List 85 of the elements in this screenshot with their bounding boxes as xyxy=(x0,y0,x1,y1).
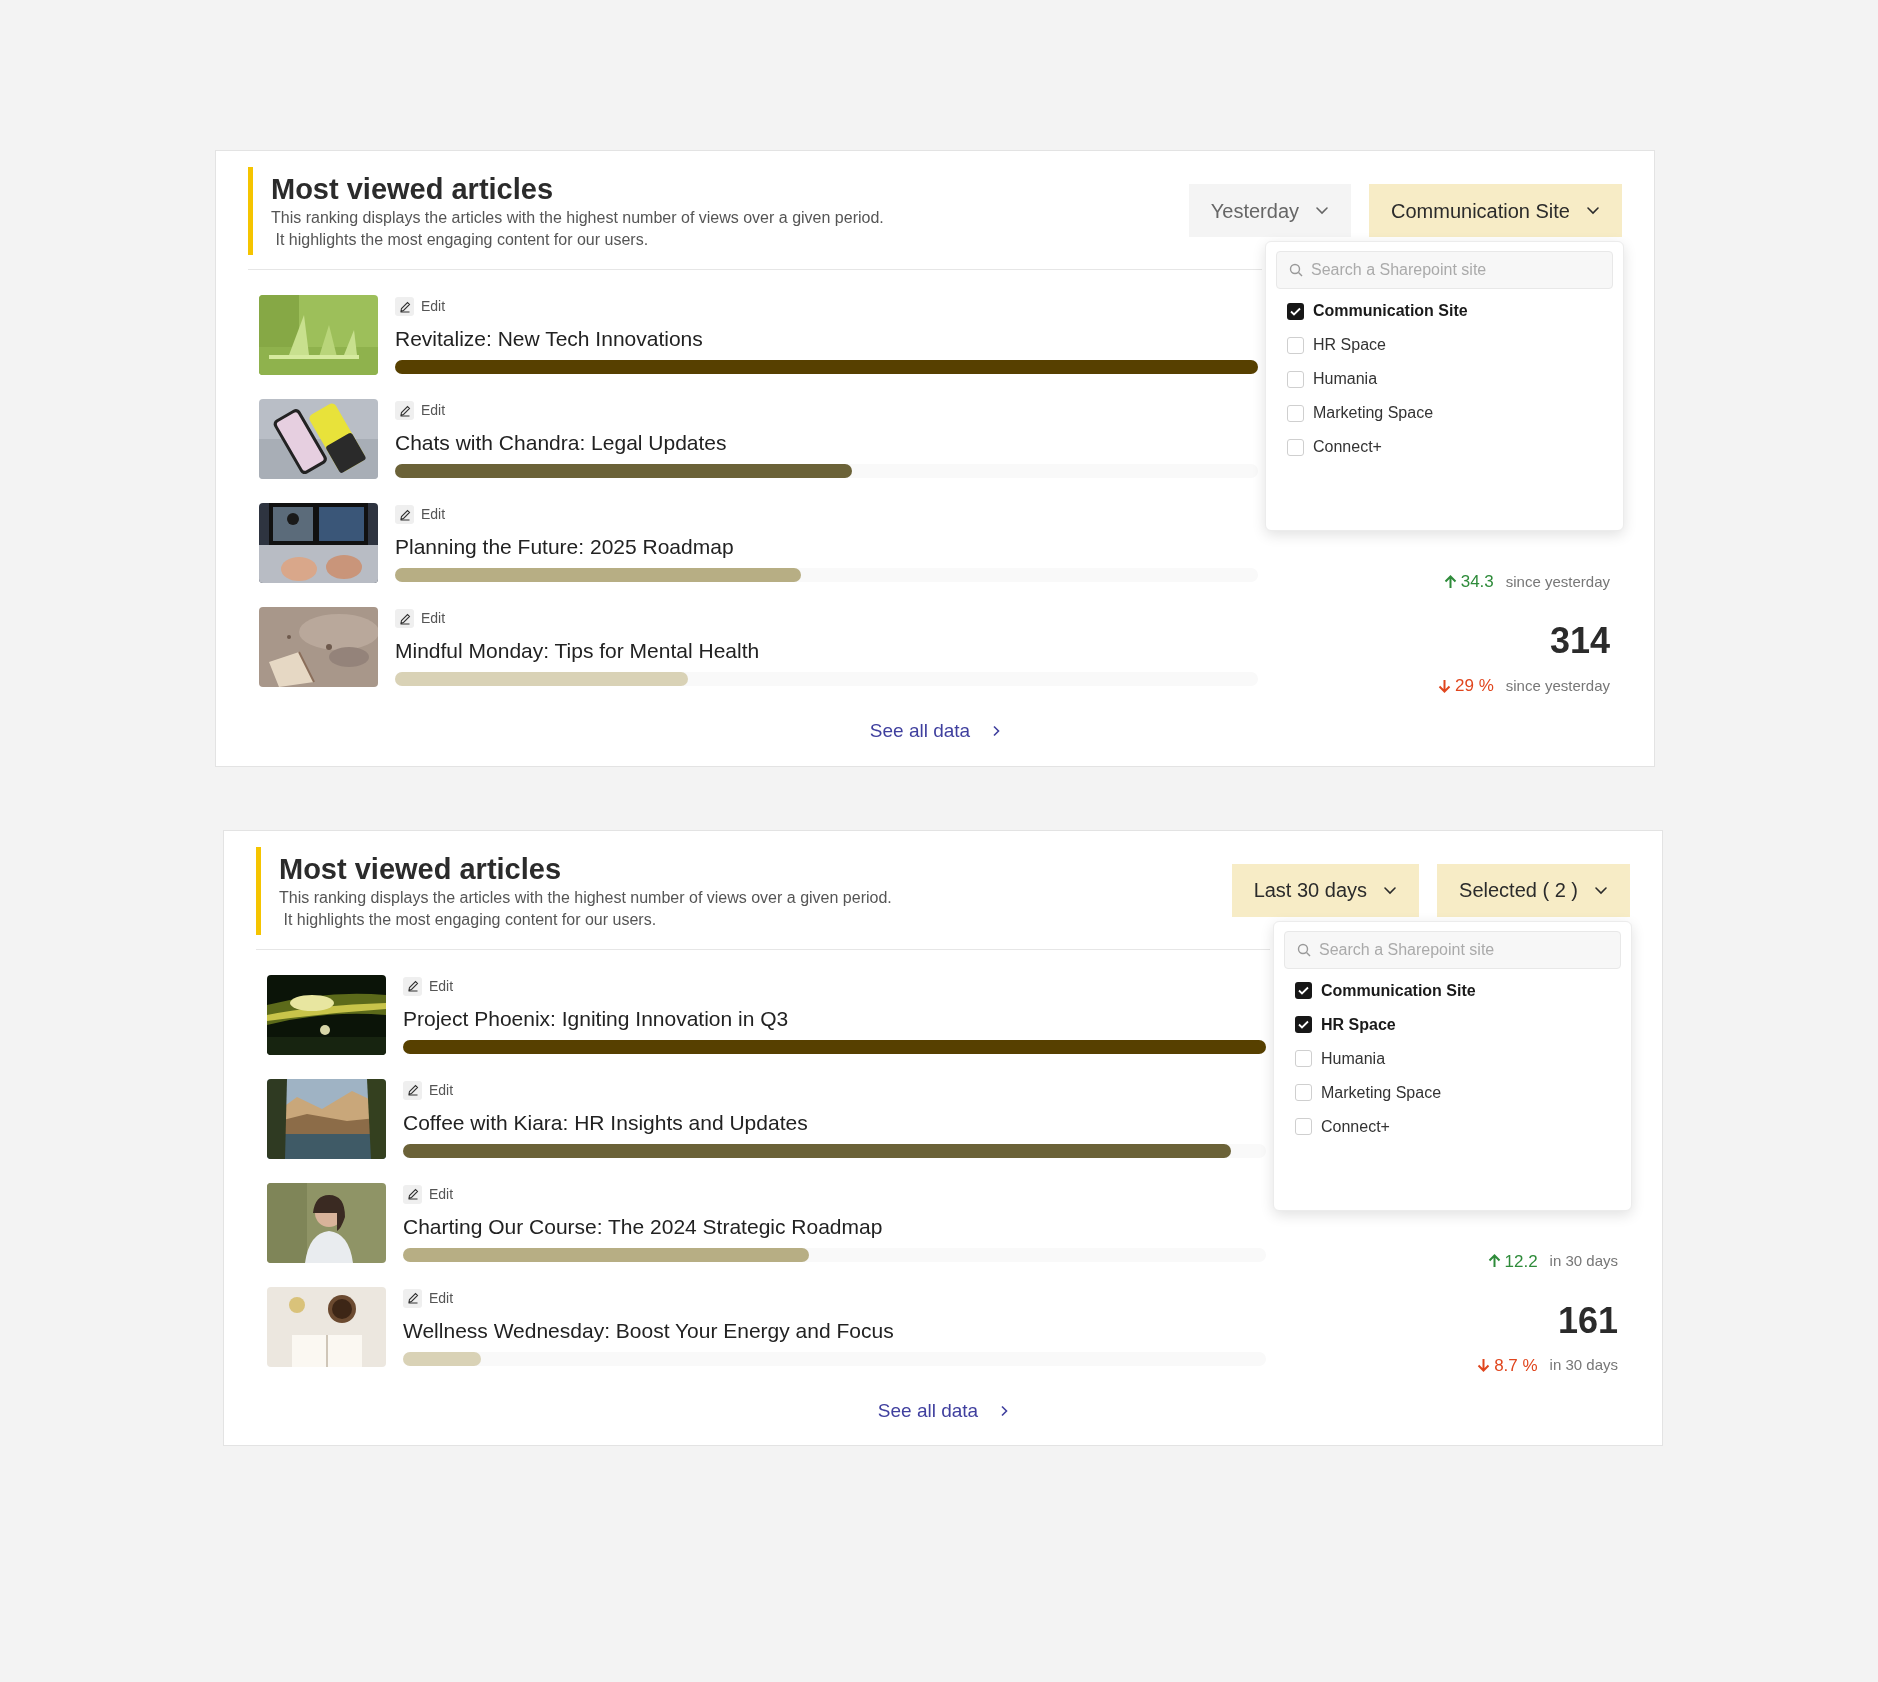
card-title: Most viewed articles xyxy=(271,172,555,207)
checkbox[interactable] xyxy=(1295,1016,1312,1033)
chevron-down-icon xyxy=(1586,206,1600,215)
description-line: This ranking displays the articles with the highest number of views over a given period. xyxy=(271,208,884,228)
period-dropdown[interactable]: Yesterday xyxy=(1188,184,1352,237)
edit-link[interactable]: Edit xyxy=(395,400,446,421)
article-title[interactable]: Chats with Chandra: Legal Updates xyxy=(395,429,1258,457)
checkbox[interactable] xyxy=(1295,1118,1312,1135)
chevron-down-icon xyxy=(1315,206,1330,215)
view-count: 161 xyxy=(1557,1300,1618,1341)
search-input[interactable]: Search a Sharepoint site xyxy=(1311,258,1600,282)
description-line: It highlights the most engaging content for our users. xyxy=(274,230,650,250)
site-option[interactable]: Humania xyxy=(1276,362,1613,396)
checkbox[interactable] xyxy=(1295,982,1312,999)
edit-link[interactable]: Edit xyxy=(403,1079,454,1101)
site-option[interactable]: Marketing Space xyxy=(1284,1075,1621,1110)
search-icon xyxy=(1297,942,1311,957)
search-field[interactable]: Search a Sharepoint site xyxy=(1284,930,1621,969)
edit-link[interactable]: Edit xyxy=(403,1183,454,1205)
change-value: 29 % xyxy=(1438,673,1494,699)
site-option[interactable]: Communication Site xyxy=(1284,973,1621,1008)
see-all-link[interactable]: See all data xyxy=(877,1396,1009,1425)
edit-link[interactable]: Edit xyxy=(395,296,446,317)
description-line: This ranking displays the articles with the highest number of views over a given period. xyxy=(279,887,892,908)
article-title[interactable]: Wellness Wednesday: Boost Your Energy and Focus xyxy=(403,1316,1266,1345)
site-option[interactable]: HR Space xyxy=(1276,328,1613,362)
edit-link[interactable]: Edit xyxy=(395,608,446,629)
pencil-icon xyxy=(395,297,414,316)
change-value: 34.3 xyxy=(1443,569,1494,595)
site-option[interactable]: Connect+ xyxy=(1276,430,1613,464)
edit-link[interactable]: Edit xyxy=(395,504,446,525)
article-title[interactable]: Mindful Monday: Tips for Mental Health xyxy=(395,637,1258,665)
site-option[interactable]: Marketing Space xyxy=(1276,396,1613,430)
period-label: since yesterday xyxy=(1505,571,1610,592)
check-icon xyxy=(1290,306,1301,316)
card-title: Most viewed articles xyxy=(279,851,563,887)
site-option[interactable]: Humania xyxy=(1284,1041,1621,1076)
check-icon xyxy=(1298,1020,1309,1029)
chevron-down-icon xyxy=(1594,885,1608,895)
site-option[interactable]: Connect+ xyxy=(1284,1109,1621,1144)
see-all-link[interactable]: See all data xyxy=(869,717,1001,746)
description-line: It highlights the most engaging content for our users. xyxy=(282,909,658,930)
article-title[interactable]: Planning the Future: 2025 Roadmap xyxy=(395,533,1258,561)
site-dropdown[interactable]: Communication Site xyxy=(1369,184,1622,237)
view-count: 314 xyxy=(1549,621,1610,661)
site-option[interactable]: Communication Site xyxy=(1276,294,1613,328)
pencil-icon xyxy=(403,1184,422,1204)
checkbox[interactable] xyxy=(1287,370,1304,388)
period-dropdown[interactable]: Last 30 days xyxy=(1231,863,1420,917)
check-icon xyxy=(1298,986,1309,995)
period-label: in 30 days xyxy=(1549,1251,1618,1271)
search-input[interactable]: Search a Sharepoint site xyxy=(1319,937,1608,962)
chevron-right-icon xyxy=(1000,1404,1009,1417)
checkbox[interactable] xyxy=(1287,336,1304,354)
article-title[interactable]: Coffee with Kiara: HR Insights and Updates xyxy=(403,1108,1266,1137)
article-title[interactable]: Revitalize: New Tech Innovations xyxy=(395,325,1258,353)
arrow-down-icon xyxy=(1477,1358,1491,1373)
checkbox[interactable] xyxy=(1287,302,1304,320)
edit-link[interactable]: Edit xyxy=(403,975,454,997)
pencil-icon xyxy=(403,1288,422,1308)
arrow-up-icon xyxy=(1487,1254,1501,1269)
period-label: since yesterday xyxy=(1505,675,1610,696)
arrow-down-icon xyxy=(1438,678,1452,693)
period-label: in 30 days xyxy=(1549,1355,1618,1375)
checkbox[interactable] xyxy=(1287,404,1304,422)
article-title[interactable]: Project Phoenix: Igniting Innovation in Q3 xyxy=(403,1004,1266,1033)
pencil-icon xyxy=(395,401,414,420)
site-dropdown[interactable]: Selected ( 2 ) xyxy=(1437,863,1630,917)
edit-link[interactable]: Edit xyxy=(403,1287,454,1309)
pencil-icon xyxy=(395,609,414,628)
article-title[interactable]: Charting Our Course: The 2024 Strategic Roadmap xyxy=(403,1212,1266,1241)
checkbox[interactable] xyxy=(1287,438,1304,456)
change-value: 12.2 xyxy=(1487,1248,1538,1274)
pencil-icon xyxy=(403,976,422,996)
pencil-icon xyxy=(395,505,414,524)
search-field[interactable]: Search a Sharepoint site xyxy=(1276,251,1613,289)
search-icon xyxy=(1289,263,1303,277)
arrow-up-icon xyxy=(1443,574,1457,589)
checkbox[interactable] xyxy=(1295,1084,1312,1101)
site-option[interactable]: HR Space xyxy=(1284,1007,1621,1042)
pencil-icon xyxy=(403,1080,422,1100)
chevron-right-icon xyxy=(992,725,1001,738)
chevron-down-icon xyxy=(1383,885,1398,895)
change-value: 8.7 % xyxy=(1477,1352,1538,1378)
checkbox[interactable] xyxy=(1295,1050,1312,1067)
